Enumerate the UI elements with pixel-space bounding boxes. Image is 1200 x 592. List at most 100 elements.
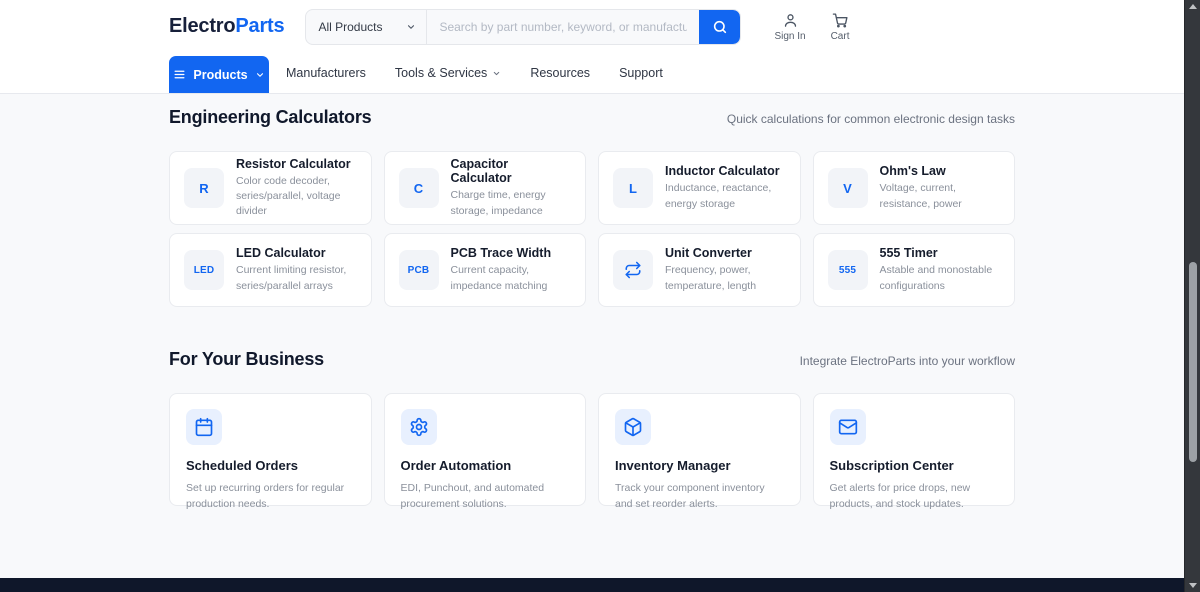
business-grid: Scheduled Orders Set up recurring orders…	[169, 393, 1015, 506]
calc-card-title: PCB Trace Width	[451, 246, 572, 260]
pcb-badge: PCB	[399, 250, 439, 290]
search-button[interactable]	[699, 10, 740, 44]
header-actions: Sign In Cart	[774, 12, 849, 42]
footer-bar	[0, 578, 1200, 592]
scrollbar[interactable]	[1184, 0, 1200, 592]
calendar-icon	[186, 409, 222, 445]
calculators-section: Engineering Calculators Quick calculatio…	[169, 107, 1015, 307]
timer-555-badge: 555	[828, 250, 868, 290]
business-section-head: For Your Business Integrate ElectroParts…	[169, 349, 1015, 370]
calc-card-title: Resistor Calculator	[236, 157, 357, 171]
section-subtitle: Quick calculations for common electronic…	[727, 112, 1015, 126]
scroll-down-arrow-icon[interactable]	[1189, 583, 1197, 588]
biz-card-desc: Get alerts for price drops, new products…	[830, 480, 999, 513]
calc-card-title: 555 Timer	[880, 246, 1001, 260]
chevron-down-icon	[255, 70, 265, 80]
main-nav: Products Manufacturers Tools & Services …	[169, 53, 1015, 93]
calc-card-desc: Astable and monostable configurations	[880, 263, 1001, 293]
inductor-badge: L	[613, 168, 653, 208]
calc-card-text: Ohm's Law Voltage, current, resistance, …	[880, 164, 1001, 211]
calculators-section-head: Engineering Calculators Quick calculatio…	[169, 107, 1015, 128]
calc-card-unit-converter[interactable]: Unit Converter Frequency, power, tempera…	[598, 233, 801, 307]
cart-label: Cart	[831, 31, 850, 42]
calc-card-text: Resistor Calculator Color code decoder, …	[236, 157, 357, 220]
logo[interactable]: ElectroParts	[169, 15, 284, 38]
nav-item-label: Support	[619, 66, 663, 80]
calc-card-desc: Color code decoder, series/parallel, vol…	[236, 174, 357, 220]
search-bar: All Products	[305, 9, 741, 45]
sign-in-button[interactable]: Sign In	[774, 12, 805, 42]
calc-card-resistor[interactable]: R Resistor Calculator Color code decoder…	[169, 151, 372, 225]
user-icon	[782, 12, 799, 29]
calc-card-text: Capacitor Calculator Charge time, energy…	[451, 157, 572, 218]
biz-card-desc: Set up recurring orders for regular prod…	[186, 480, 355, 513]
calc-card-text: 555 Timer Astable and monostable configu…	[880, 246, 1001, 293]
calc-card-text: PCB Trace Width Current capacity, impeda…	[451, 246, 572, 293]
nav-item-support[interactable]: Support	[619, 66, 663, 80]
cart-icon	[832, 12, 849, 29]
nav-item-tools-services[interactable]: Tools & Services	[395, 66, 501, 80]
biz-card-order-automation[interactable]: Order Automation EDI, Punchout, and auto…	[384, 393, 587, 506]
calc-card-pcb-trace[interactable]: PCB PCB Trace Width Current capacity, im…	[384, 233, 587, 307]
logo-part1: Electro	[169, 15, 235, 37]
calc-card-desc: Inductance, reactance, energy storage	[665, 181, 786, 211]
repeat-arrows-icon	[613, 250, 653, 290]
biz-card-desc: EDI, Punchout, and automated procurement…	[401, 480, 570, 513]
hamburger-icon	[173, 68, 186, 81]
calc-card-text: LED Calculator Current limiting resistor…	[236, 246, 357, 293]
calc-card-desc: Charge time, energy storage, impedance	[451, 188, 572, 218]
calc-card-desc: Voltage, current, resistance, power	[880, 181, 1001, 211]
calculators-grid: R Resistor Calculator Color code decoder…	[169, 151, 1015, 307]
section-subtitle: Integrate ElectroParts into your workflo…	[800, 354, 1015, 368]
section-title: Engineering Calculators	[169, 107, 371, 128]
biz-card-title: Inventory Manager	[615, 458, 784, 473]
products-menu-button[interactable]: Products	[169, 56, 269, 93]
biz-card-title: Subscription Center	[830, 458, 999, 473]
biz-card-scheduled-orders[interactable]: Scheduled Orders Set up recurring orders…	[169, 393, 372, 506]
scrollbar-thumb[interactable]	[1189, 262, 1197, 462]
scroll-up-arrow-icon[interactable]	[1189, 4, 1197, 9]
nav-item-label: Tools & Services	[395, 66, 487, 80]
products-menu-label: Products	[193, 68, 247, 82]
calc-card-ohms-law[interactable]: V Ohm's Law Voltage, current, resistance…	[813, 151, 1016, 225]
site-header: ElectroParts All Products	[0, 0, 1184, 94]
nav-item-label: Resources	[530, 66, 590, 80]
nav-links: Manufacturers Tools & Services Resources…	[286, 53, 663, 93]
business-section: For Your Business Integrate ElectroParts…	[169, 349, 1015, 506]
calc-card-title: Capacitor Calculator	[451, 157, 572, 185]
cart-button[interactable]: Cart	[831, 12, 850, 42]
biz-card-title: Scheduled Orders	[186, 458, 355, 473]
gear-icon	[401, 409, 437, 445]
biz-card-inventory-manager[interactable]: Inventory Manager Track your component i…	[598, 393, 801, 506]
calc-card-text: Inductor Calculator Inductance, reactanc…	[665, 164, 786, 211]
calc-card-inductor[interactable]: L Inductor Calculator Inductance, reacta…	[598, 151, 801, 225]
nav-item-manufacturers[interactable]: Manufacturers	[286, 66, 366, 80]
biz-card-desc: Track your component inventory and set r…	[615, 480, 784, 513]
calc-card-capacitor[interactable]: C Capacitor Calculator Charge time, ener…	[384, 151, 587, 225]
biz-card-title: Order Automation	[401, 458, 570, 473]
capacitor-badge: C	[399, 168, 439, 208]
package-icon	[615, 409, 651, 445]
calc-card-desc: Current limiting resistor, series/parall…	[236, 263, 357, 293]
calc-card-led[interactable]: LED LED Calculator Current limiting resi…	[169, 233, 372, 307]
resistor-badge: R	[184, 168, 224, 208]
biz-card-subscription-center[interactable]: Subscription Center Get alerts for price…	[813, 393, 1016, 506]
calc-card-555-timer[interactable]: 555 555 Timer Astable and monostable con…	[813, 233, 1016, 307]
calc-card-text: Unit Converter Frequency, power, tempera…	[665, 246, 786, 293]
chevron-down-icon	[406, 22, 416, 32]
logo-part2: Parts	[235, 15, 284, 37]
sign-in-label: Sign In	[774, 31, 805, 42]
led-badge: LED	[184, 250, 224, 290]
calc-card-title: Unit Converter	[665, 246, 786, 260]
calc-card-desc: Frequency, power, temperature, length	[665, 263, 786, 293]
calc-card-title: Ohm's Law	[880, 164, 1001, 178]
calc-card-desc: Current capacity, impedance matching	[451, 263, 572, 293]
voltage-badge: V	[828, 168, 868, 208]
page-viewport: ElectroParts All Products	[0, 0, 1184, 592]
calc-card-title: Inductor Calculator	[665, 164, 786, 178]
nav-item-resources[interactable]: Resources	[530, 66, 590, 80]
search-category-value: All Products	[318, 20, 382, 34]
header-top: ElectroParts All Products	[169, 0, 1015, 53]
search-input[interactable]	[427, 10, 699, 44]
search-category-select[interactable]: All Products	[306, 10, 427, 44]
